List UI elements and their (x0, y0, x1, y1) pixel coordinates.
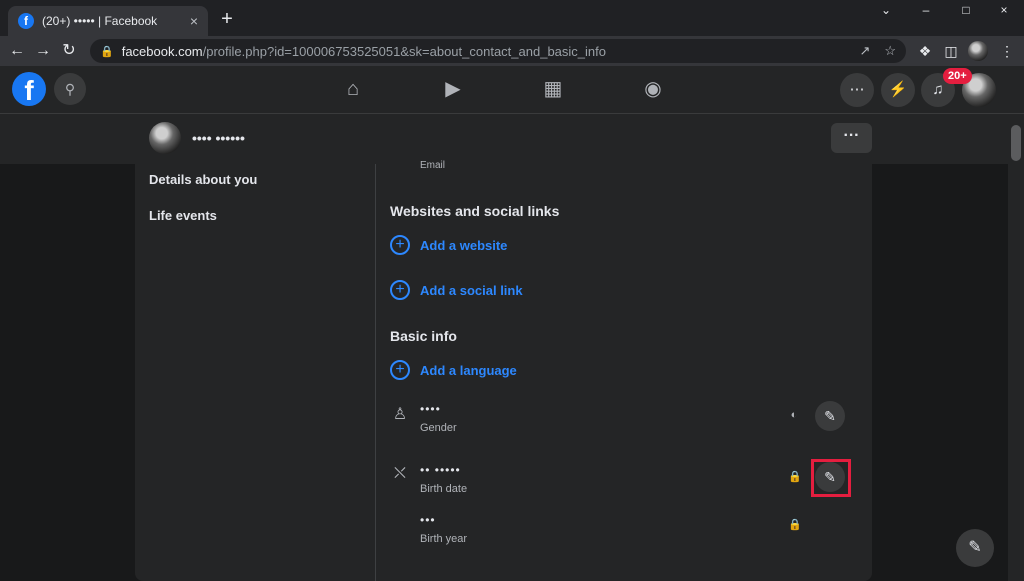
birth-year-label: Birth year (420, 533, 468, 545)
cake-icon: ⛌ (394, 465, 406, 482)
card-divider (375, 164, 376, 581)
birth-year-value: ••• (420, 513, 436, 527)
add-social-label: Add a social link (420, 282, 523, 298)
profile-avatar[interactable] (149, 122, 181, 154)
puzzle-icon[interactable]: ❖ (914, 40, 936, 62)
person-icon: ♙ (392, 406, 408, 423)
facebook-favicon-icon: f (18, 13, 34, 29)
lock-icon[interactable]: 🔒 (788, 518, 802, 531)
share-icon[interactable]: ↗ (859, 43, 870, 59)
messenger-icon[interactable]: ⚡ (881, 73, 915, 107)
websites-section-title: Websites and social links (390, 203, 560, 219)
gender-row: ♙ •••• Gender (390, 402, 850, 442)
close-window-button[interactable]: × (984, 0, 1024, 20)
store-icon[interactable]: ▦ (540, 76, 566, 102)
maximize-button[interactable]: □ (946, 0, 986, 20)
add-website-label: Add a website (420, 237, 508, 253)
new-tab-button[interactable]: + (216, 8, 238, 30)
browser-tab[interactable]: f (20+) ••••• | Facebook × (8, 6, 208, 36)
minimize-button[interactable]: – (906, 0, 946, 20)
browser-profile-avatar[interactable] (968, 41, 988, 61)
lock-icon: 🔒 (100, 45, 114, 58)
highlight-box (811, 459, 851, 497)
scrollbar-thumb[interactable] (1011, 125, 1021, 161)
browser-menu-icon[interactable]: ⋮ (996, 40, 1018, 62)
plus-icon: + (390, 235, 410, 255)
sidebar-item-life-events[interactable]: Life events (149, 208, 217, 223)
back-arrow-icon[interactable]: ← (6, 40, 28, 62)
groups-icon[interactable]: ◉ (640, 76, 666, 102)
address-bar: ← → ↻ 🔒 facebook.com/profile.php?id=1000… (0, 36, 1024, 66)
profile-name[interactable]: •••• •••••• (192, 130, 245, 146)
birth-date-row: ⛌ •• ••••• Birth date (390, 463, 850, 503)
plus-icon: + (390, 360, 410, 380)
birth-date-value: •• ••••• (420, 463, 461, 477)
compose-icon[interactable]: ✎ (956, 529, 994, 567)
birth-year-row: ••• Birth year (390, 513, 850, 553)
video-icon[interactable]: ▶ (440, 76, 466, 102)
url-path: /profile.php?id=100006753525051&sk=about… (202, 43, 606, 59)
basic-info-title: Basic info (390, 328, 457, 344)
more-options-button[interactable]: ··· (831, 123, 872, 153)
browser-tab-strip: f (20+) ••••• | Facebook × + ⌄ – □ × (0, 0, 1024, 36)
add-social-link[interactable]: + Add a social link (390, 280, 523, 300)
facebook-top-nav: f ⚲ ⌂ ▶ ▦ ◉ ⋯ ⚡ ♫ (0, 66, 1024, 114)
grid-icon[interactable]: ⋯ (840, 73, 874, 107)
email-label: Email (420, 160, 446, 168)
gender-label: Gender (420, 422, 457, 434)
plus-icon: + (390, 280, 410, 300)
sidepanel-icon[interactable]: ◫ (940, 40, 962, 62)
tab-close-icon[interactable]: × (190, 13, 198, 29)
url-field[interactable]: 🔒 facebook.com/profile.php?id=1000067535… (90, 39, 906, 63)
add-language-label: Add a language (420, 362, 517, 378)
tab-title: (20+) ••••• | Facebook (42, 14, 158, 28)
globe-icon[interactable]: ◐ (788, 409, 800, 421)
facebook-logo-icon[interactable]: f (12, 72, 46, 106)
lock-icon[interactable]: 🔒 (788, 470, 802, 483)
forward-arrow-icon[interactable]: → (32, 40, 54, 62)
tab-search-icon[interactable]: ⌄ (866, 0, 906, 20)
url-host: facebook.com (121, 43, 203, 59)
notification-badge: 20+ (943, 68, 972, 84)
reload-icon[interactable]: ↻ (58, 40, 80, 62)
star-icon[interactable]: ☆ (884, 43, 896, 59)
home-icon[interactable]: ⌂ (340, 76, 366, 102)
birth-date-label: Birth date (420, 483, 468, 495)
edit-gender-button[interactable]: ✎ (815, 401, 845, 431)
sidebar-item-details[interactable]: Details about you (149, 172, 257, 187)
page-scrollbar[interactable] (1008, 114, 1024, 581)
add-website-link[interactable]: + Add a website (390, 235, 507, 255)
search-icon[interactable]: ⚲ (54, 73, 86, 105)
gender-value: •••• (420, 402, 441, 416)
add-language-link[interactable]: + Add a language (390, 360, 517, 380)
